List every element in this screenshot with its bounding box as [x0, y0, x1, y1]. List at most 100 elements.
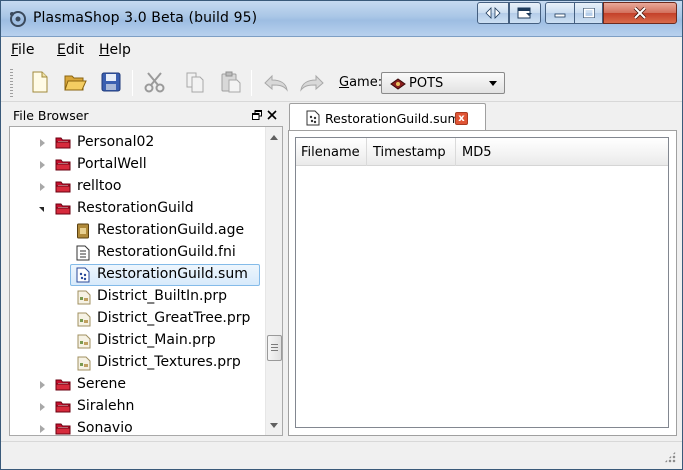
- dock-close-icon[interactable]: [267, 110, 277, 120]
- menu-edit-label: dit: [65, 42, 85, 58]
- tree-item-label: relltoo: [77, 178, 122, 194]
- tree-file-item[interactable]: District_Textures.prp: [10, 352, 266, 374]
- tree-file-item[interactable]: District_Main.prp: [10, 330, 266, 352]
- new-file-icon: [32, 71, 48, 93]
- cut-button[interactable]: [141, 67, 169, 97]
- undo-icon: [264, 74, 288, 92]
- column-header-timestamp[interactable]: Timestamp: [368, 138, 456, 166]
- tree-item-label: RestorationGuild.sum: [97, 266, 248, 282]
- app-logo-icon: [10, 11, 26, 27]
- game-select[interactable]: POTS: [381, 72, 505, 94]
- maximize-button[interactable]: [574, 2, 603, 24]
- redo-button[interactable]: [296, 67, 324, 97]
- game-label-mnemonic: G: [339, 75, 350, 90]
- menu-edit-mnemonic: E: [57, 42, 66, 58]
- tree-item-label: Sonavio: [77, 420, 133, 436]
- copy-icon: [186, 72, 204, 93]
- collapsed-arrow-icon[interactable]: [40, 381, 45, 389]
- undock-icon[interactable]: [252, 110, 262, 120]
- tab-close-icon[interactable]: x: [455, 112, 468, 125]
- window-title: PlasmaShop 3.0 Beta (build 95): [33, 10, 258, 26]
- toolbar-grip[interactable]: [10, 69, 13, 97]
- tree-folder-item[interactable]: RestorationGuild: [10, 198, 266, 220]
- new-file-button[interactable]: [25, 67, 53, 97]
- tree-folder-item[interactable]: Serene: [10, 374, 266, 396]
- tree-folder-item[interactable]: Sonavio: [10, 418, 266, 436]
- undo-button[interactable]: [260, 67, 288, 97]
- minimize-button[interactable]: [545, 2, 575, 24]
- tree-item-label: RestorationGuild.age: [97, 222, 245, 238]
- file-browser-title-bar[interactable]: File Browser: [9, 104, 283, 126]
- copy-button[interactable]: [181, 67, 209, 97]
- column-header-filename[interactable]: Filename: [296, 138, 367, 166]
- caption-arrows-button[interactable]: [477, 2, 509, 24]
- file-tree[interactable]: Personal02 PortalWell relltoo RestorationGu…: [9, 126, 283, 436]
- scroll-down-arrow-icon[interactable]: [270, 423, 278, 428]
- menu-bar: File Edit Help: [1, 38, 682, 62]
- caption-restore-window-button[interactable]: [509, 2, 541, 24]
- tree-folder-item[interactable]: relltoo: [10, 176, 266, 198]
- scroll-up-arrow-icon[interactable]: [270, 135, 278, 140]
- fni-file-icon: [76, 245, 90, 264]
- paste-icon: [221, 71, 241, 93]
- window-switch-icon: [517, 7, 532, 19]
- open-folder-icon: [64, 75, 87, 91]
- tree-item-label: Personal02: [77, 134, 155, 150]
- resize-grip[interactable]: [664, 451, 676, 463]
- collapsed-arrow-icon[interactable]: [40, 161, 45, 169]
- open-folder-button[interactable]: [61, 67, 89, 97]
- sum-file-table[interactable]: Filename Timestamp MD5: [295, 137, 669, 428]
- file-browser-title: File Browser: [13, 108, 89, 123]
- folder-icon: [55, 179, 71, 196]
- tree-file-item[interactable]: RestorationGuild.age: [10, 220, 266, 242]
- collapsed-arrow-icon[interactable]: [40, 403, 45, 411]
- folder-icon: [55, 157, 71, 174]
- menu-file[interactable]: File: [11, 42, 34, 58]
- collapsed-arrow-icon[interactable]: [40, 425, 45, 433]
- chevron-down-icon: [489, 81, 497, 86]
- game-label-text: ame:: [349, 75, 383, 90]
- tree-folder-item[interactable]: Siralehn: [10, 396, 266, 418]
- dock-splitter[interactable]: [283, 104, 287, 436]
- toolbar: Game: POTS: [1, 62, 682, 102]
- menu-file-label: ile: [18, 42, 35, 58]
- save-icon: [101, 72, 121, 92]
- scroll-thumb[interactable]: [267, 335, 282, 361]
- menu-file-mnemonic: F: [11, 42, 19, 58]
- save-button[interactable]: [97, 67, 125, 97]
- tree-item-label: District_Main.prp: [97, 332, 216, 348]
- menu-help[interactable]: Help: [99, 42, 131, 58]
- tree-file-item[interactable]: District_GreatTree.prp: [10, 308, 266, 330]
- tree-item-label: Serene: [77, 376, 127, 392]
- status-bar: [1, 441, 682, 469]
- title-bar[interactable]: PlasmaShop 3.0 Beta (build 95): [1, 1, 682, 37]
- prp-file-icon: [76, 311, 92, 330]
- menu-edit[interactable]: Edit: [57, 42, 84, 58]
- tree-file-item[interactable]: District_BuiltIn.prp: [10, 286, 266, 308]
- menu-help-mnemonic: H: [99, 42, 110, 58]
- tab-restorationguild-sum[interactable]: RestorationGuild.sum x: [289, 103, 486, 131]
- tree-folder-item[interactable]: PortalWell: [10, 154, 266, 176]
- expanded-arrow-icon[interactable]: [39, 207, 44, 212]
- minimize-icon: [554, 13, 566, 18]
- tree-file-item[interactable]: RestorationGuild.sum: [10, 264, 266, 286]
- tree-item-label: RestorationGuild.fni: [97, 244, 236, 260]
- paste-button[interactable]: [217, 67, 245, 97]
- main-window: PlasmaShop 3.0 Beta (build 95) File Edit…: [0, 0, 683, 470]
- folder-icon: [55, 421, 71, 435]
- menu-help-label: elp: [109, 42, 131, 58]
- close-icon: [633, 7, 647, 19]
- toolbar-separator: [132, 70, 133, 96]
- tab-label: RestorationGuild.sum: [325, 111, 460, 126]
- folder-icon: [55, 377, 71, 394]
- folder-icon: [55, 201, 71, 218]
- table-header: Filename Timestamp MD5: [296, 138, 668, 166]
- close-button[interactable]: [603, 2, 677, 24]
- toolbar-separator: [251, 70, 252, 96]
- tree-folder-item[interactable]: Personal02: [10, 132, 266, 154]
- collapsed-arrow-icon[interactable]: [40, 183, 45, 191]
- column-header-md5[interactable]: MD5: [457, 138, 668, 166]
- tree-vertical-scrollbar[interactable]: [265, 127, 282, 435]
- tree-file-item[interactable]: RestorationGuild.fni: [10, 242, 266, 264]
- collapsed-arrow-icon[interactable]: [40, 139, 45, 147]
